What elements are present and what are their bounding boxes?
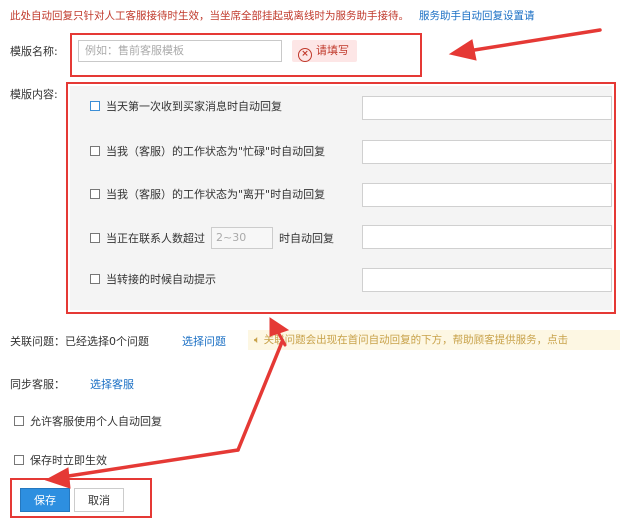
annotation-arrow-name-head xyxy=(448,39,477,61)
annotation-arrow-buttons xyxy=(60,448,240,479)
annotation-arrow-buttons-head xyxy=(44,467,71,489)
annotation-arrow-content-head xyxy=(269,317,290,337)
annotation-arrow-down xyxy=(236,340,284,452)
annotation-arrow-name xyxy=(466,28,602,53)
annotation-arrows xyxy=(44,28,602,489)
